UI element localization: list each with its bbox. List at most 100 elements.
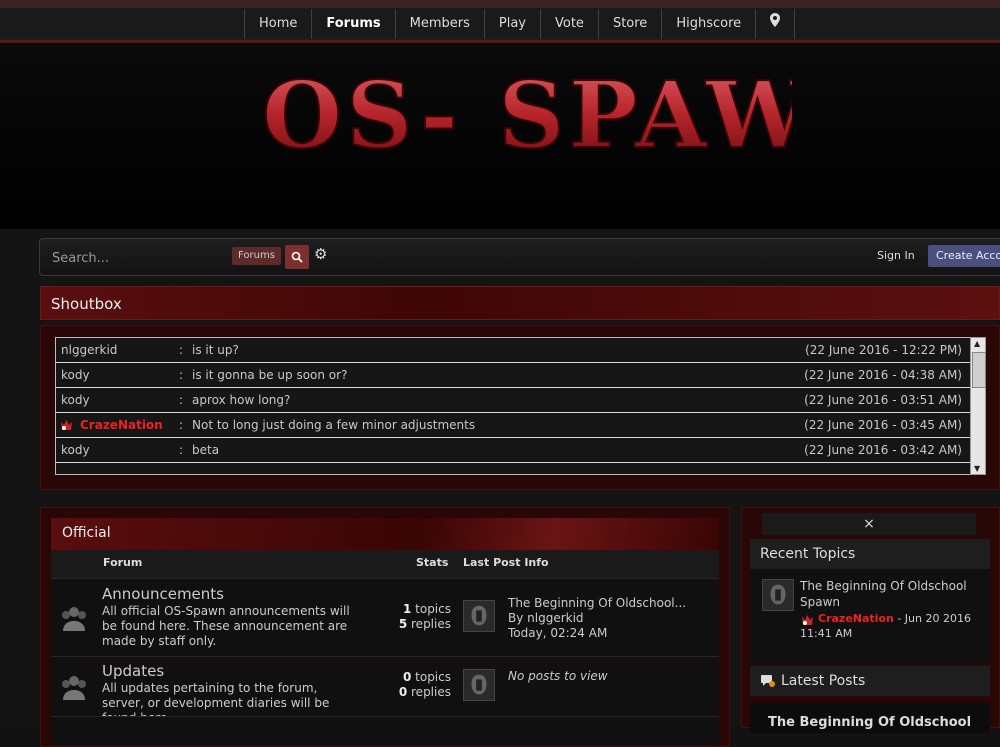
col-last-post: Last Post Info: [463, 556, 549, 569]
recent-topic-time: 11:41 AM: [800, 627, 853, 640]
nav-home[interactable]: Home: [244, 9, 311, 39]
last-post-title[interactable]: The Beginning Of Oldschool...: [508, 596, 686, 611]
col-stats: Stats: [416, 556, 449, 569]
shout-row: nlggerkid : is it up? (22 June 2016 - 12…: [56, 338, 970, 363]
nav-play[interactable]: Play: [483, 9, 540, 39]
shout-text: is it gonna be up soon or?: [192, 368, 348, 382]
shout-user[interactable]: kody: [61, 388, 90, 412]
scrollbar-thumb[interactable]: [972, 352, 986, 388]
latest-posts-header: Latest Posts: [750, 666, 990, 696]
shout-user[interactable]: kody: [61, 363, 90, 387]
shout-time: (22 June 2016 - 03:51 AM): [804, 393, 962, 407]
logo-text: OS- SPAWN: [262, 61, 792, 169]
top-navbar: Home Forums Members Play Vote Store High…: [0, 0, 1000, 40]
recent-topic-meta: CrazeNation - Jun 20 2016 11:41 AM: [800, 611, 990, 641]
shout-separator: :: [179, 418, 184, 432]
no-posts-text: No posts to view: [508, 669, 608, 683]
nav-store[interactable]: Store: [597, 9, 661, 39]
last-post-time: Today, 02:24 AM: [508, 626, 608, 640]
forum-stats: 0 topics 0 replies: [399, 670, 451, 700]
search-button[interactable]: [285, 245, 309, 269]
topics-label: topics: [415, 670, 451, 684]
last-poster-avatar[interactable]: [463, 600, 495, 632]
column-headers: Forum Stats Last Post Info: [51, 550, 719, 578]
last-poster-avatar: [463, 669, 495, 701]
latest-posts-title: Latest Posts: [781, 673, 866, 689]
shout-user-staff[interactable]: CrazeNation: [61, 413, 163, 437]
recent-topics-widget: Recent Topics The Beginning Of Oldschool…: [750, 539, 990, 664]
topic-count: 1: [402, 602, 412, 616]
recent-topic-date: - Jun 20 2016: [897, 612, 971, 625]
recent-topic-username[interactable]: CrazeNation: [818, 612, 894, 625]
forum-icon: [62, 676, 86, 700]
shout-text: aprox how long?: [192, 393, 291, 407]
shout-time: (22 June 2016 - 03:45 AM): [804, 418, 962, 432]
shout-separator: :: [179, 443, 184, 457]
col-forum: Forum: [103, 556, 143, 569]
category-title[interactable]: Official: [62, 525, 111, 541]
nav-members[interactable]: Members: [394, 9, 484, 39]
forum-title-link[interactable]: Announcements: [102, 585, 224, 603]
shout-user[interactable]: nlggerkid: [61, 338, 117, 362]
recent-topic-link[interactable]: The Beginning Of Oldschool Spawn: [800, 578, 980, 610]
comments-icon: [761, 675, 775, 687]
sign-in-link[interactable]: Sign In: [877, 249, 915, 262]
shoutbox-messages: nlggerkid : is it up? (22 June 2016 - 12…: [55, 337, 971, 475]
shoutbox-title: Shoutbox: [51, 295, 122, 313]
shout-separator: :: [179, 368, 184, 382]
shout-user[interactable]: kody: [61, 438, 90, 462]
shout-row: kody : aprox how long? (22 June 2016 - 0…: [56, 388, 970, 413]
close-button[interactable]: ×: [762, 513, 976, 535]
reply-count: 5: [398, 617, 408, 631]
site-header: OS- SPAWN: [0, 43, 1000, 229]
forum-stats: 1 topics 5 replies: [399, 602, 451, 632]
nav-vote[interactable]: Vote: [540, 9, 598, 39]
search-scope-button[interactable]: Forums: [232, 247, 281, 265]
search-bar: Forums ⚙ Sign In Create Acco: [39, 238, 1000, 276]
shout-row: CrazeNation : Not to long just doing a f…: [56, 413, 970, 438]
recent-topics-title: Recent Topics: [750, 539, 990, 569]
shoutbox-header: Shoutbox: [40, 286, 1000, 320]
shoutbox-scrollbar[interactable]: ▲ ▼: [970, 337, 986, 475]
shout-text: is it up?: [192, 343, 239, 357]
forum-row-next: [51, 716, 719, 746]
shout-separator: :: [179, 343, 184, 357]
forum-category-panel: Official Forum Stats Last Post Info Anno…: [40, 507, 730, 747]
shoutbox-panel: nlggerkid : is it up? (22 June 2016 - 12…: [40, 325, 1000, 490]
shout-separator: :: [179, 393, 184, 407]
map-pin-icon[interactable]: [755, 9, 796, 39]
shout-text: Not to long just doing a few minor adjus…: [192, 418, 476, 432]
last-post-author[interactable]: By nlggerkid: [508, 611, 686, 626]
replies-label: replies: [411, 685, 451, 699]
shout-row: kody : beta (22 June 2016 - 03:42 AM): [56, 438, 970, 463]
shout-text: beta: [192, 443, 220, 457]
forum-title-link[interactable]: Updates: [102, 662, 164, 680]
shout-row: kody : is it gonna be up soon or? (22 Ju…: [56, 363, 970, 388]
sidebar-panel: × Recent Topics The Beginning Of Oldscho…: [741, 507, 1000, 733]
latest-post-item: The Beginning Of Oldschool: [750, 703, 990, 733]
gear-icon[interactable]: ⚙: [314, 246, 330, 262]
scroll-up-icon[interactable]: ▲: [974, 339, 980, 348]
topics-label: topics: [415, 602, 451, 616]
topic-count: 0: [402, 670, 412, 684]
forum-row-updates: Updates All updates pertaining to the fo…: [51, 656, 719, 725]
forum-description: All official OS-Spawn announcements will…: [102, 604, 350, 648]
shout-time: (22 June 2016 - 04:38 AM): [804, 368, 962, 382]
category-header[interactable]: Official: [51, 518, 719, 550]
nav-forums[interactable]: Forums: [311, 9, 394, 39]
create-account-button[interactable]: Create Acco: [928, 245, 1000, 267]
shout-time: (22 June 2016 - 12:22 PM): [805, 343, 962, 357]
last-post-info: The Beginning Of Oldschool... By nlggerk…: [508, 596, 686, 641]
forum-row-announcements: Announcements All official OS-Spawn anno…: [51, 578, 719, 656]
staff-crown-icon: [802, 615, 813, 625]
reply-count: 0: [398, 685, 408, 699]
recent-topic-user[interactable]: CrazeNation: [800, 612, 894, 625]
nav-highscore[interactable]: Highscore: [661, 9, 755, 39]
site-logo[interactable]: OS- SPAWN: [262, 49, 792, 169]
main-nav: Home Forums Members Play Vote Store High…: [244, 9, 796, 39]
scroll-down-icon[interactable]: ▼: [974, 464, 980, 473]
topic-author-avatar[interactable]: [762, 579, 794, 611]
search-icon: [291, 251, 303, 263]
search-input[interactable]: [50, 245, 234, 271]
shout-time: (22 June 2016 - 03:42 AM): [804, 443, 962, 457]
